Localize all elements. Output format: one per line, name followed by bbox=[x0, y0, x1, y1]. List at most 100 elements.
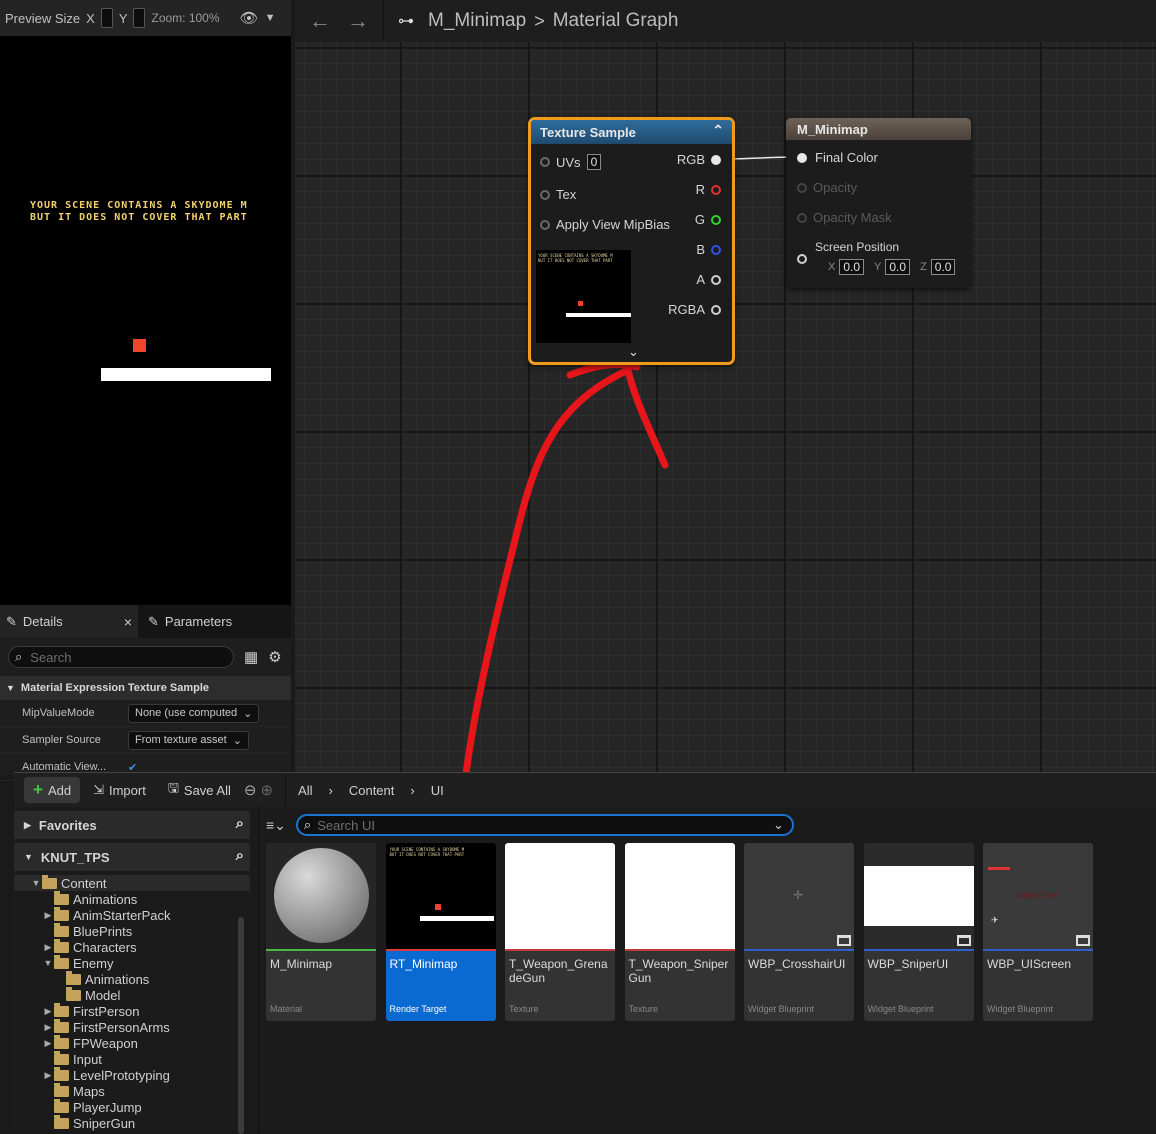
final-color-pin[interactable]: Final Color bbox=[797, 150, 878, 165]
project-header[interactable]: ▼ KNUT_TPS ⌕ bbox=[14, 843, 250, 871]
tree-item[interactable]: SniperGun bbox=[14, 1114, 250, 1131]
path-ui[interactable]: UI bbox=[431, 783, 444, 798]
tree-item[interactable]: ▼ Content bbox=[14, 874, 250, 891]
tree-item[interactable]: ▶ FirstPerson bbox=[14, 1002, 250, 1019]
asset-name: T_Weapon_SniperGun bbox=[628, 957, 729, 985]
chevron-right-icon[interactable]: ▶ bbox=[42, 1022, 54, 1033]
tex-pin[interactable]: Tex bbox=[540, 187, 576, 202]
asset-type: Widget Blueprint bbox=[987, 1004, 1054, 1014]
material-result-node[interactable]: M_Minimap Final Color Opacity Opacity Ma… bbox=[786, 118, 971, 288]
tree-scrollbar[interactable] bbox=[238, 917, 244, 1134]
tree-item-label: LevelPrototyping bbox=[73, 1067, 170, 1083]
asset-tile[interactable]: WBP_SniperUI Widget Blueprint bbox=[863, 843, 974, 1021]
history-back-icon[interactable]: ⊖ bbox=[244, 781, 257, 799]
tree-item[interactable]: ▼ Enemy bbox=[14, 954, 250, 971]
tree-item[interactable]: Animations bbox=[14, 970, 250, 987]
asset-tile[interactable]: Game Over ✈ WBP_UIScreen Widget Blueprint bbox=[983, 843, 1093, 1021]
preview-y-input[interactable] bbox=[133, 8, 146, 28]
save-all-button[interactable]: 🖫 Save All bbox=[159, 776, 240, 804]
import-button[interactable]: ⇲ Import bbox=[84, 779, 155, 801]
tree-item-label: Animations bbox=[73, 891, 138, 907]
path-all[interactable]: All bbox=[298, 783, 312, 798]
texture-sample-node[interactable]: Texture Sample ⌃ UVs 0 Tex Apply View Mi… bbox=[528, 117, 735, 365]
asset-search-input[interactable]: ⌕ Search UI ⌄ bbox=[295, 814, 794, 836]
back-arrow-icon[interactable]: ← bbox=[301, 8, 339, 34]
eye-icon[interactable]: 👁 bbox=[240, 9, 259, 27]
add-button[interactable]: + Add bbox=[24, 777, 81, 803]
rgb-output-pin[interactable]: RGB bbox=[677, 152, 721, 167]
chevron-down-icon[interactable]: ▼ bbox=[30, 878, 42, 888]
sampler-source-dropdown[interactable]: From texture asset ⌄ bbox=[128, 730, 249, 750]
tab-parameters[interactable]: ✎ Parameters bbox=[142, 605, 238, 638]
search-icon[interactable]: ⌕ bbox=[236, 815, 244, 832]
chevron-down-icon[interactable]: ▼ bbox=[265, 12, 276, 24]
tree-item[interactable]: Animations bbox=[14, 890, 250, 907]
asset-tile[interactable]: T_Weapon_SniperGun Texture bbox=[624, 843, 735, 1021]
tree-item-label: Input bbox=[73, 1051, 102, 1067]
chevron-down-icon[interactable]: ▼ bbox=[42, 958, 54, 968]
rgba-output-pin[interactable]: RGBA bbox=[668, 302, 721, 317]
details-search-input[interactable]: ⌕ Search bbox=[8, 646, 234, 668]
coord-y-field[interactable]: 0.0 bbox=[885, 259, 911, 275]
tree-item[interactable]: PlayerJump bbox=[14, 1098, 250, 1115]
chevron-down-icon[interactable]: ⌄ bbox=[773, 817, 784, 833]
chevron-right-icon[interactable]: ▶ bbox=[42, 910, 54, 921]
section-material-expression[interactable]: ▼ Material Expression Texture Sample bbox=[0, 676, 291, 700]
coord-x-field[interactable]: 0.0 bbox=[839, 259, 865, 275]
result-node-title[interactable]: M_Minimap bbox=[786, 118, 971, 140]
tree-item[interactable]: BluePrints bbox=[14, 922, 250, 939]
asset-tile[interactable]: T_Weapon_GrenadeGun Texture bbox=[505, 843, 615, 1021]
search-icon[interactable]: ⌕ bbox=[236, 847, 244, 864]
uvs-value[interactable]: 0 bbox=[586, 154, 602, 170]
favorites-header[interactable]: ▶ Favorites ⌕ bbox=[14, 811, 250, 839]
widget-blueprint-icon bbox=[837, 935, 851, 946]
tree-item-label: Maps bbox=[73, 1083, 105, 1099]
forward-arrow-icon[interactable]: → bbox=[339, 8, 377, 34]
b-output-pin[interactable]: B bbox=[696, 242, 721, 257]
tree-item[interactable]: Input bbox=[14, 1050, 250, 1067]
preview-viewport[interactable]: Preview Size X Y Zoom: 100% 👁 ▼ YOUR SCE… bbox=[0, 0, 291, 605]
mip-value-mode-dropdown[interactable]: None (use computed ⌄ bbox=[128, 703, 260, 723]
tree-item[interactable]: ▶ FirstPersonArms bbox=[14, 1018, 250, 1035]
asset-tile[interactable]: ✛ WBP_CrosshairUI Widget Blueprint bbox=[744, 843, 854, 1021]
preview-x-input[interactable] bbox=[100, 8, 113, 28]
collapse-chevron-icon[interactable]: ⌃ bbox=[712, 122, 724, 139]
path-content[interactable]: Content bbox=[349, 783, 395, 798]
history-forward-icon[interactable]: ⊕ bbox=[260, 781, 273, 799]
asset-name: WBP_CrosshairUI bbox=[748, 957, 846, 971]
screen-position-pin-icon[interactable] bbox=[797, 254, 807, 264]
breadcrumb-asset[interactable]: M_Minimap bbox=[428, 10, 526, 32]
tree-item[interactable]: ▶ AnimStarterPack bbox=[14, 906, 250, 923]
preview-player-marker bbox=[133, 339, 146, 352]
asset-tile[interactable]: YOUR SCENE CONTAINS A SKYDOME M BUT IT D… bbox=[385, 843, 496, 1021]
screen-position-pin[interactable]: Screen Position bbox=[797, 240, 899, 254]
uvs-pin[interactable]: UVs 0 bbox=[540, 154, 602, 170]
tree-item[interactable]: Model bbox=[14, 986, 250, 1003]
tree-item[interactable]: ▶ LevelPrototyping bbox=[14, 1066, 250, 1083]
folder-icon bbox=[66, 986, 81, 1001]
coord-z-field[interactable]: 0.0 bbox=[930, 259, 956, 275]
node-title[interactable]: Texture Sample ⌃ bbox=[531, 120, 732, 144]
filter-icon[interactable]: ≡⌄ bbox=[266, 817, 286, 834]
tree-item[interactable]: ▶ FPWeapon bbox=[14, 1034, 250, 1051]
g-output-pin[interactable]: G bbox=[695, 212, 721, 227]
gear-icon[interactable]: ⚙ bbox=[268, 648, 281, 666]
expand-chevron-icon[interactable]: ⌄ bbox=[628, 344, 639, 360]
chevron-right-icon[interactable]: ▶ bbox=[42, 1006, 54, 1017]
material-graph[interactable]: ← → ⊶ M_Minimap > Material Graph Texture… bbox=[295, 0, 1156, 772]
content-browser: + Add ⇲ Import 🖫 Save All ⊖ ⊕ All › Content ›… bbox=[14, 772, 1156, 1134]
chevron-right-icon[interactable]: ▶ bbox=[42, 942, 54, 953]
a-output-pin[interactable]: A bbox=[696, 272, 721, 287]
r-output-pin[interactable]: R bbox=[696, 182, 721, 197]
tab-details[interactable]: ✎ Details × bbox=[0, 605, 138, 638]
chevron-right-icon[interactable]: ▶ bbox=[42, 1038, 54, 1049]
tree-item[interactable]: ▶ Characters bbox=[14, 938, 250, 955]
apply-view-mipbias-pin[interactable]: Apply View MipBias bbox=[540, 217, 670, 232]
asset-tile[interactable]: M_Minimap Material bbox=[266, 843, 376, 1021]
close-icon[interactable]: × bbox=[124, 614, 132, 630]
chevron-right-icon[interactable]: ▶ bbox=[42, 1070, 54, 1081]
breadcrumb-graph[interactable]: Material Graph bbox=[553, 10, 679, 32]
tree-item[interactable]: Maps bbox=[14, 1082, 250, 1099]
table-view-icon[interactable]: ▦ bbox=[244, 648, 258, 666]
asset-type: Render Target bbox=[389, 1004, 447, 1014]
